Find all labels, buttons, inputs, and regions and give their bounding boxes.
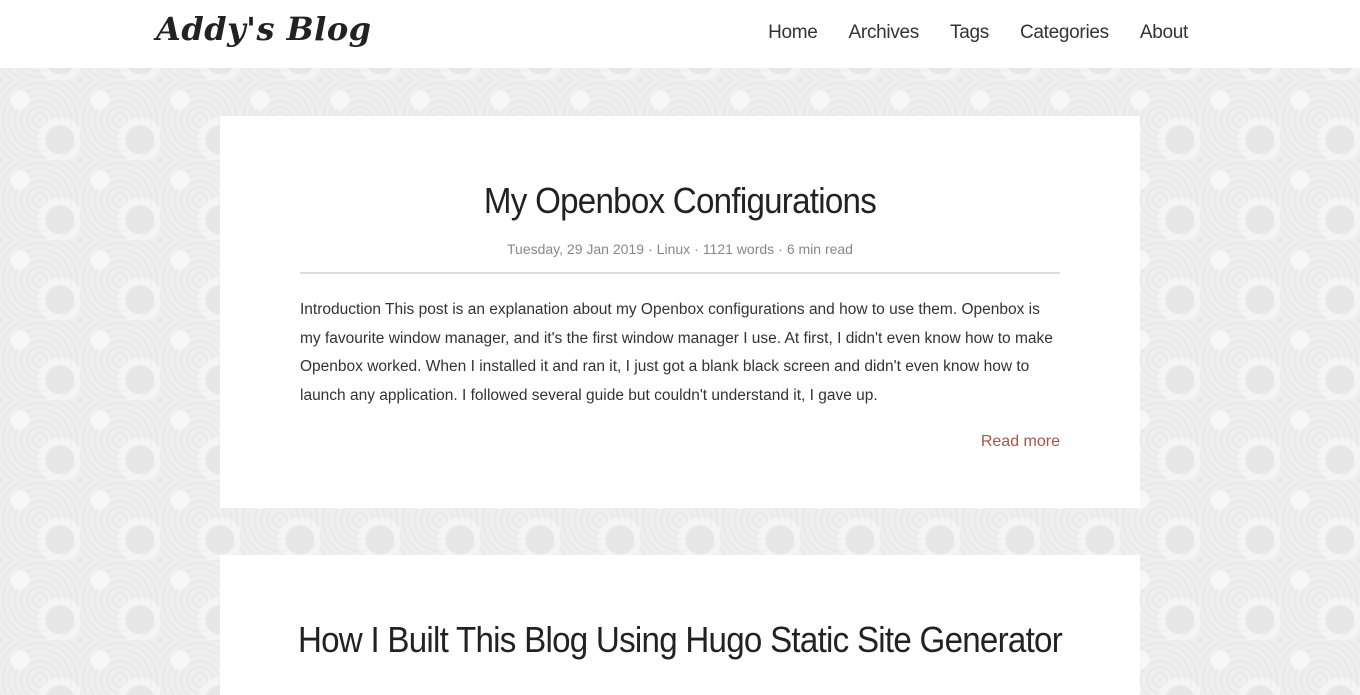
nav-item-tags[interactable]: Tags [950,22,989,44]
site-header: Addy's Blog Home Archives Tags Categorie… [0,0,1360,68]
post-card: My Openbox Configurations Tuesday, 29 Ja… [220,116,1140,508]
post-title-link[interactable]: How I Built This Blog Using Hugo Static … [257,619,1103,661]
post-summary: Introduction This post is an explanation… [300,301,1053,405]
read-more-link[interactable]: Read more [981,433,1060,451]
nav-item-categories[interactable]: Categories [1020,22,1109,44]
post-word-count: 1121 words [702,241,775,257]
title-divider [300,272,1060,274]
nav-item-archives[interactable]: Archives [849,22,920,44]
post-read-time: 6 min read [786,241,853,257]
meta-separator: · [648,241,653,257]
nav-item-home[interactable]: Home [768,22,818,44]
post-title-link[interactable]: My Openbox Configurations [257,180,1103,222]
main-nav: Home Archives Tags Categories About [737,22,1188,44]
post-category-link[interactable]: Linux [657,241,690,257]
site-brand-link[interactable]: Addy's Blog [156,10,372,48]
nav-item-about[interactable]: About [1140,22,1188,44]
post-date: Tuesday, 29 Jan 2019 [507,241,644,257]
meta-separator: · [778,241,783,257]
post-card: How I Built This Blog Using Hugo Static … [220,555,1140,695]
post-meta: Tuesday, 29 Jan 2019 · Linux · 1121 words · 6 … [220,241,1140,257]
meta-separator: · [694,241,699,257]
